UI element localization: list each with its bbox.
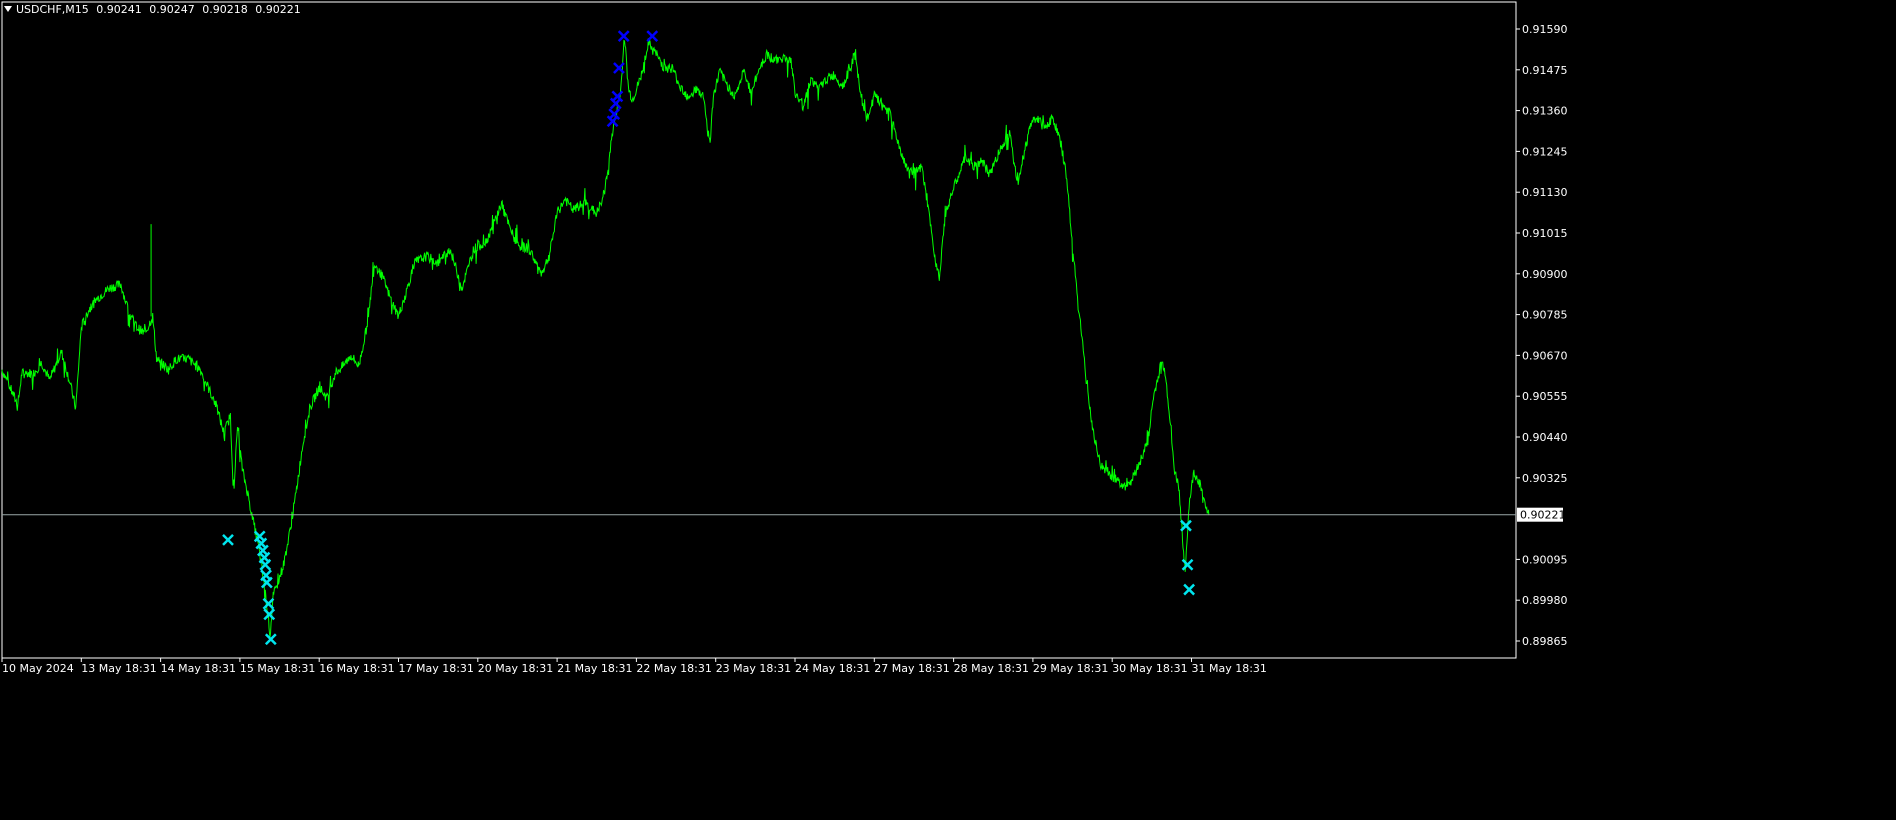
- y-tick-label: 0.90325: [1522, 472, 1568, 485]
- plot-border: [1, 1, 1517, 659]
- buy-marker-icon: [1183, 583, 1196, 596]
- sell-marker-icon: [608, 108, 621, 121]
- current-price-indicator: 0.90221: [2, 507, 1566, 522]
- y-tick-label: 0.90785: [1522, 309, 1568, 322]
- x-tick-label: 14 May 18:31: [161, 662, 236, 675]
- y-tick-label: 0.89865: [1522, 635, 1568, 648]
- x-tick-label: 13 May 18:31: [81, 662, 156, 675]
- x-tick-label: 30 May 18:31: [1112, 662, 1187, 675]
- sell-marker-icon: [617, 30, 630, 42]
- x-tick-label: 28 May 18:31: [954, 662, 1029, 675]
- current-price-label: 0.90221: [1520, 509, 1566, 522]
- x-tick-label: 22 May 18:31: [636, 662, 711, 675]
- price-chart[interactable]: 0.90221 0.915900.914750.913600.912450.91…: [0, 0, 1568, 678]
- buy-marker-icon: [222, 534, 234, 546]
- x-tick-label: 31 May 18:31: [1192, 662, 1267, 675]
- x-tick-label: 16 May 18:31: [319, 662, 394, 675]
- plot-frame: [1, 1, 1517, 659]
- x-tick-label: 21 May 18:31: [557, 662, 632, 675]
- time-axis: 10 May 2024 13 May 18:31 14 May 18:31 15 Ma…: [1, 658, 1267, 675]
- trade-markers: [222, 30, 1196, 646]
- price-series: [1, 38, 1210, 638]
- x-tick-label: 20 May 18:31: [478, 662, 553, 675]
- x-tick-label: 24 May 18:31: [795, 662, 870, 675]
- y-tick-label: 0.91130: [1522, 186, 1568, 199]
- y-tick-label: 0.90900: [1522, 268, 1568, 281]
- price-line: [1, 38, 1210, 638]
- sell-marker-icon: [646, 30, 659, 42]
- x-tick-label: 10 May 2024: [2, 662, 74, 675]
- buy-marker-icon: [264, 633, 277, 646]
- y-tick-label: 0.91360: [1522, 105, 1568, 118]
- sell-marker-icon: [611, 90, 624, 103]
- buy-marker-icon: [263, 608, 276, 621]
- buy-marker-icon: [1181, 558, 1194, 571]
- y-tick-label: 0.90095: [1522, 553, 1568, 566]
- y-tick-label: 0.89980: [1522, 594, 1568, 607]
- y-tick-label: 0.90440: [1522, 431, 1568, 444]
- y-tick-label: 0.91475: [1522, 64, 1568, 77]
- x-tick-label: 29 May 18:31: [1033, 662, 1108, 675]
- y-tick-label: 0.91590: [1522, 23, 1568, 36]
- x-tick-label: 17 May 18:31: [399, 662, 474, 675]
- y-tick-label: 0.90670: [1522, 349, 1568, 362]
- x-tick-label: 15 May 18:31: [240, 662, 315, 675]
- price-axis: 0.91590 0.91475 0.91360 0.91245 0.91130 0.910…: [1516, 23, 1568, 648]
- x-tick-label: 27 May 18:31: [874, 662, 949, 675]
- y-tick-label: 0.91245: [1522, 145, 1568, 158]
- y-tick-label: 0.91015: [1522, 227, 1568, 240]
- buy-marker-icon: [260, 576, 273, 589]
- x-tick-label: 23 May 18:31: [716, 662, 791, 675]
- y-tick-label: 0.90555: [1522, 390, 1568, 403]
- buy-marker-icon: [262, 597, 275, 610]
